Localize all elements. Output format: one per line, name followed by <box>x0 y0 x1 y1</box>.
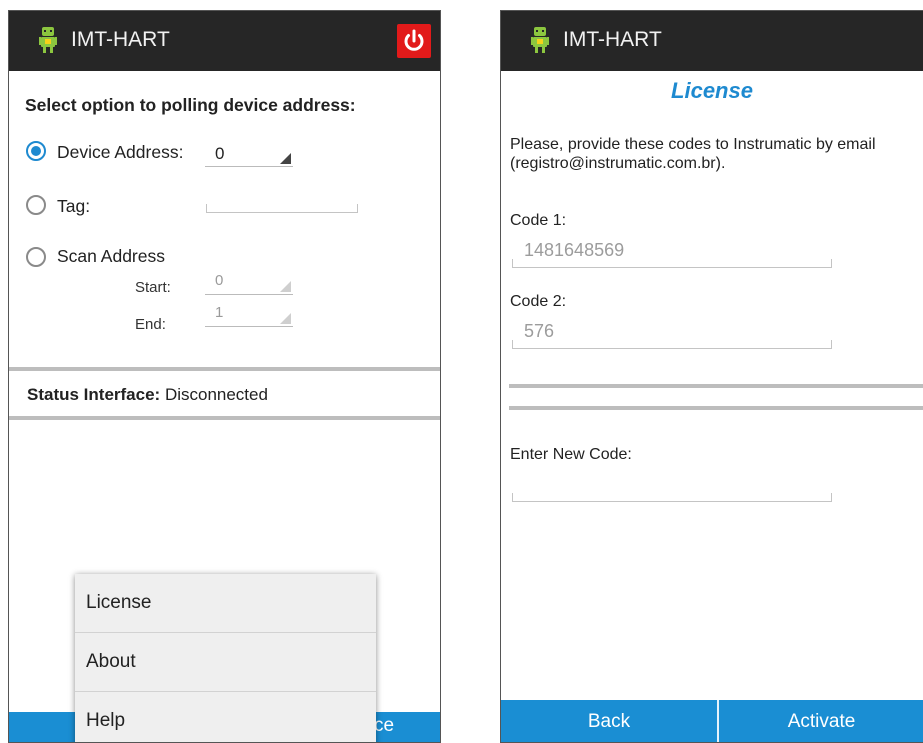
app-title: IMT-HART <box>71 28 170 51</box>
page-title: License <box>671 78 753 103</box>
menu-item-help[interactable]: Help <box>75 692 376 742</box>
start-spinner[interactable]: 0 <box>205 272 293 295</box>
code2-field <box>512 340 832 349</box>
tag-radio[interactable] <box>26 195 46 215</box>
activate-button-label: Activate <box>787 711 856 732</box>
menu-item-label: About <box>86 651 136 672</box>
app-title: IMT-HART <box>563 28 662 51</box>
action-bar: IMT-HART <box>9 11 440 71</box>
back-button-label: Back <box>587 711 631 732</box>
status-interface: Status Interface: Disconnected <box>27 385 268 405</box>
end-label: End: <box>135 316 166 333</box>
license-instructions: Please, provide these codes to Instrumat… <box>510 136 876 172</box>
button-bar: Back Activate <box>501 700 923 742</box>
new-code-label: Enter New Code: <box>510 446 632 463</box>
back-button[interactable]: Back <box>501 700 717 742</box>
device-address-label: Device Address: <box>57 142 184 162</box>
device-address-value: 0 <box>215 144 225 163</box>
divider <box>509 384 923 388</box>
start-value: 0 <box>215 272 224 289</box>
device-address-radio[interactable] <box>26 141 46 161</box>
dropdown-arrow-icon <box>280 313 291 324</box>
license-screen: IMT-HART License Please, provide these c… <box>500 10 923 743</box>
power-icon <box>404 29 424 51</box>
main-screen: IMT-HART Select option to polling device… <box>8 10 441 743</box>
overflow-menu: License About Help <box>75 574 376 742</box>
code1-label: Code 1: <box>510 212 567 229</box>
code1-field <box>512 259 832 268</box>
device-address-spinner[interactable]: 0 <box>205 144 293 167</box>
status-value: Disconnected <box>164 385 268 404</box>
end-spinner[interactable]: 1 <box>205 304 293 327</box>
divider <box>9 416 440 420</box>
divider <box>9 367 440 371</box>
end-value: 1 <box>215 304 224 321</box>
scan-address-label: Scan Address <box>57 246 165 266</box>
menu-item-about[interactable]: About <box>75 633 376 692</box>
bottom-button-label: ce <box>374 715 395 736</box>
activate-button[interactable]: Activate <box>719 700 923 742</box>
dropdown-arrow-icon <box>280 281 291 292</box>
new-code-input[interactable] <box>512 493 832 502</box>
action-bar: IMT-HART <box>501 11 923 71</box>
status-label: Status Interface: <box>27 385 161 404</box>
tag-label: Tag: <box>57 196 91 216</box>
tag-input[interactable] <box>206 204 358 213</box>
power-button[interactable] <box>397 24 431 58</box>
code1-value: 1481648569 <box>524 240 625 260</box>
android-robot-icon <box>39 27 57 53</box>
start-label: Start: <box>135 279 171 296</box>
divider <box>509 406 923 410</box>
menu-item-label: License <box>86 592 152 613</box>
polling-heading: Select option to polling device address: <box>25 95 356 115</box>
menu-item-license[interactable]: License <box>75 574 376 633</box>
android-robot-icon <box>531 27 549 53</box>
code2-label: Code 2: <box>510 293 567 310</box>
menu-item-label: Help <box>86 710 126 731</box>
code2-value: 576 <box>524 321 555 341</box>
dropdown-arrow-icon <box>280 153 291 164</box>
scan-address-radio[interactable] <box>26 247 46 267</box>
